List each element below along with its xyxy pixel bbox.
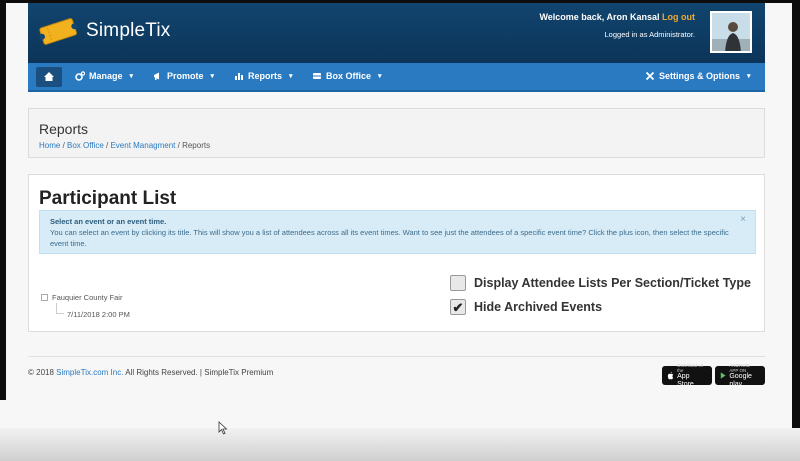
ticket-logo-icon[interactable] (38, 15, 78, 47)
tree-connector (56, 313, 64, 314)
breadcrumb-separator: / (60, 141, 68, 150)
chevron-down-icon: ▾ (210, 73, 215, 80)
tree-item-event[interactable]: Fauquier County Fair (41, 293, 122, 302)
chevron-down-icon: ▾ (378, 73, 382, 80)
user-photo-icon (712, 13, 750, 51)
gears-icon (75, 71, 85, 81)
breadcrumb-current: Reports (182, 141, 211, 150)
alert-body: You can select an event by clicking its … (50, 228, 729, 248)
logged-in-status: Logged in as Administrator. (604, 30, 695, 39)
chevron-down-icon: ▾ (289, 73, 293, 80)
apple-icon (667, 371, 674, 380)
nav-promote-label: Promote (167, 71, 204, 81)
home-button[interactable] (36, 67, 62, 87)
mouse-cursor-icon (218, 421, 228, 435)
check-icon: ✔ (452, 299, 464, 315)
play-icon (720, 372, 726, 379)
ticket-icon (313, 73, 321, 79)
breadcrumb-event-management[interactable]: Event Managment (110, 141, 175, 150)
per-section-checkbox[interactable] (450, 275, 466, 291)
google-play-text: Google play (729, 372, 752, 388)
breadcrumb-box-office[interactable]: Box Office (67, 141, 104, 150)
app-store-small-text: Download on the (677, 362, 704, 373)
screen-bottom-fade (0, 428, 800, 461)
plus-icon[interactable] (41, 294, 48, 301)
screen-edge-left (0, 0, 6, 400)
page: SimpleTix Welcome back, Aron Kansal Log … (0, 0, 800, 461)
breadcrumb: Home / Box Office / Event Managment / Re… (39, 141, 210, 150)
chevron-down-icon: ▾ (747, 73, 751, 80)
nav-reports[interactable]: Reports ▾ (234, 71, 293, 81)
hide-archived-checkbox[interactable]: ✔ (450, 299, 466, 315)
nav-promote[interactable]: Promote ▾ (153, 71, 214, 81)
close-icon[interactable]: × (740, 214, 746, 225)
app-store-text: App Store (677, 372, 694, 388)
footer: © 2018 SimpleTix.com Inc. All Rights Res… (28, 368, 273, 377)
nav-box-office[interactable]: Box Office ▾ (312, 71, 382, 81)
wrench-icon (645, 71, 655, 81)
bullhorn-icon (154, 72, 159, 80)
google-play-small-text: ANDROID APP ON (729, 362, 751, 373)
google-play-badge[interactable]: ANDROID APP ON Google play (715, 362, 765, 388)
footer-rights: All Rights Reserved. | SimpleTix Premium (125, 368, 274, 377)
main-nav: Manage ▾ Promote ▾ Reports ▾ Box Office … (28, 63, 765, 92)
participant-list-heading: Participant List (39, 188, 177, 209)
nav-box-office-label: Box Office (326, 71, 372, 81)
chevron-down-icon: ▾ (129, 73, 134, 80)
site-header: SimpleTix Welcome back, Aron Kansal Log … (28, 3, 765, 63)
nav-settings-label: Settings & Options (659, 71, 740, 81)
option-hide-archived[interactable]: ✔ Hide Archived Events (450, 299, 602, 315)
tree-connector (56, 303, 57, 313)
participant-list-panel: Participant List Select an event or an e… (28, 174, 765, 332)
option-per-section[interactable]: Display Attendee Lists Per Section/Ticke… (450, 275, 751, 291)
chart-icon (235, 73, 243, 80)
welcome-text: Welcome back, Aron Kansal (539, 12, 660, 22)
alert-title: Select an event or an event time. (50, 217, 167, 226)
nav-manage[interactable]: Manage ▾ (75, 71, 133, 81)
avatar[interactable] (710, 11, 752, 53)
brand-name[interactable]: SimpleTix (86, 20, 171, 42)
footer-divider (28, 356, 765, 357)
info-alert: Select an event or an event time. You ca… (39, 210, 756, 254)
copyright-prefix: © 2018 (28, 368, 54, 377)
screen-edge-right (792, 0, 800, 461)
nav-settings[interactable]: Settings & Options ▾ (645, 71, 751, 81)
tree-event-label[interactable]: Fauquier County Fair (52, 293, 122, 302)
hide-archived-label[interactable]: Hide Archived Events (474, 300, 602, 314)
per-section-label[interactable]: Display Attendee Lists Per Section/Ticke… (474, 276, 751, 290)
breadcrumb-home[interactable]: Home (39, 141, 60, 150)
welcome-message: Welcome back, Aron Kansal Log out (539, 12, 695, 22)
home-icon (44, 72, 54, 81)
nav-reports-label: Reports (248, 71, 283, 81)
page-title: Reports (39, 121, 89, 137)
logout-link[interactable]: Log out (662, 12, 695, 22)
reports-title-panel: Reports Home / Box Office / Event Managm… (28, 108, 765, 158)
app-store-badge[interactable]: Download on the App Store (662, 362, 712, 388)
tree-item-event-time[interactable]: 7/11/2018 2:00 PM (67, 310, 130, 319)
company-link[interactable]: SimpleTix.com Inc. (56, 368, 123, 377)
nav-manage-label: Manage (89, 71, 123, 81)
